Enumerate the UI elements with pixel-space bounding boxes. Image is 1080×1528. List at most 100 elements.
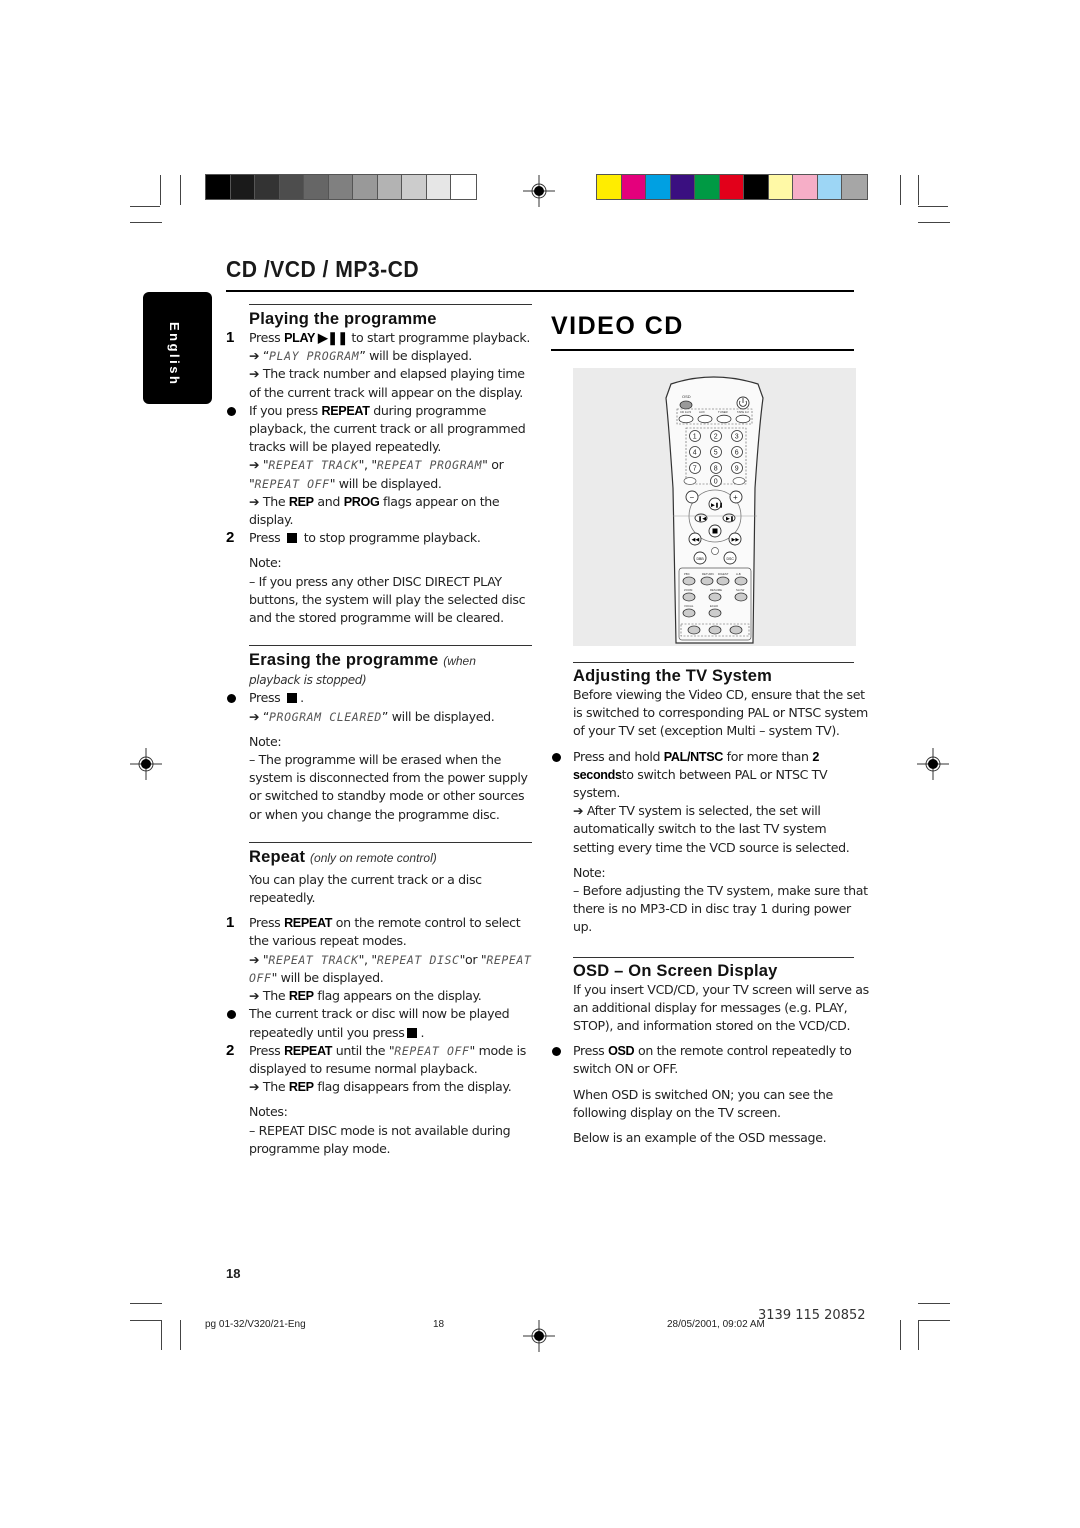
text: to stop programme playback. (300, 530, 481, 546)
remote-function-button (682, 576, 696, 586)
remote-digit-label: 3 (735, 434, 739, 441)
remote-function-label: VOCAL (684, 604, 694, 608)
section-subtitle: (when (443, 654, 476, 669)
bullet-icon (227, 694, 236, 704)
remote-digit-label: 5 (714, 450, 718, 457)
remote-digit-label: 1 (693, 434, 697, 441)
text: for more than (723, 748, 813, 764)
section-title: Repeat (only on remote control) (249, 847, 532, 868)
section-erasing-programme: Erasing the programme (when playback is … (226, 645, 532, 824)
remote-function-button (734, 576, 748, 586)
lcd-message: REPEAT PROGRAM (376, 458, 483, 473)
remote-control-icon: OSD CD 1/2/3 AUX TUNER TAPE 1/2 1 2 34 5 67 8 90 … (665, 376, 764, 644)
remote-source-button (678, 414, 694, 424)
color-swatch (670, 175, 695, 199)
left-column: Playing the programme 1 Press PLAY ▶❚❚ t… (226, 304, 532, 1158)
section-title: Adjusting the TV System (573, 667, 772, 685)
text: ” will be displayed. (381, 708, 495, 724)
text: The current track or disc will now be pl… (249, 1006, 510, 1040)
crop-mark (130, 1320, 162, 1321)
color-swatch (597, 175, 622, 199)
step-number: 1 (226, 914, 234, 932)
right-column-text: Adjusting the TV System Before viewing t… (551, 662, 871, 1147)
color-swatch (768, 175, 793, 199)
title-divider (551, 349, 854, 351)
svg-text:+: + (733, 493, 738, 502)
remote-function-label: SLOW (736, 588, 745, 592)
page-number: 18 (226, 1266, 241, 1281)
bullet-item: Press OSD on the remote control repeated… (551, 1042, 871, 1078)
stop-icon (287, 693, 298, 704)
registration-mark-icon (523, 175, 555, 207)
color-swatch (328, 175, 353, 199)
text: If you press (249, 402, 322, 418)
remote-function-label: A-B (736, 572, 741, 576)
svg-text:▶❚❚: ▶❚❚ (711, 503, 723, 509)
video-cd-title: VIDEO CD (551, 312, 684, 340)
color-swatch (842, 175, 867, 199)
repeat-label: REPEAT (284, 1043, 333, 1058)
lcd-message: REPEAT OFF (394, 1043, 470, 1058)
remote-digit-label: 4 (693, 450, 697, 457)
step-1: 1 Press REPEAT on the remote control to … (226, 914, 532, 1005)
note-text: – If you press any other DISC DIRECT PLA… (249, 573, 526, 626)
file-name: pg 01-32/V320/21-Eng (205, 1319, 306, 1330)
color-swatch (744, 175, 769, 199)
color-swatch (719, 175, 744, 199)
section-title: Erasing the programme (when (249, 650, 532, 671)
step-number: 2 (226, 1041, 234, 1059)
arrow-text: ➔ The track number and elapsed playing t… (249, 366, 525, 400)
registration-mark-icon (523, 1320, 555, 1352)
remote-source-label: AUX (699, 410, 705, 414)
section-subtitle: (only on remote control) (310, 850, 437, 865)
crop-mark (130, 1303, 162, 1304)
section-subtitle: playback is stopped) (249, 673, 367, 688)
flag-label: PROG (343, 494, 380, 509)
crop-mark (918, 1320, 950, 1321)
bullet-icon (552, 1047, 561, 1057)
step-1: 1 Press PLAY ▶❚❚ to start programme play… (226, 329, 532, 402)
paragraph: When OSD is switched ON; you can see the… (573, 1086, 833, 1120)
arrow-text: ➔ “ (249, 708, 270, 724)
color-swatch (230, 175, 255, 199)
remote-function-label: ZOOM (684, 588, 693, 592)
section-divider (573, 662, 854, 663)
repeat-label: REPEAT (321, 403, 370, 418)
arrow-text: ➔ The (249, 493, 289, 509)
stop-icon (407, 1027, 418, 1038)
text: ” will be displayed. (359, 348, 472, 364)
color-swatch (279, 175, 304, 199)
color-calibration-bar (596, 174, 868, 200)
grayscale-calibration-bar (205, 174, 477, 200)
color-swatch (255, 175, 280, 199)
crop-mark (918, 1303, 950, 1304)
lcd-message: REPEAT TRACK (268, 952, 359, 967)
bullet-item: The current track or disc will now be pl… (226, 1005, 532, 1041)
remote-key-control-button (687, 625, 701, 635)
section-title-text: Erasing the programme (249, 651, 439, 670)
remote-function-button (682, 608, 696, 618)
remote-function-label: DIGEST (718, 572, 729, 576)
text: Press (249, 330, 285, 345)
crop-mark (900, 175, 901, 205)
color-swatch (206, 175, 231, 199)
crop-mark (918, 175, 919, 205)
color-swatch (695, 175, 720, 199)
bullet-icon (227, 1010, 236, 1020)
svg-text:▶❚: ▶❚ (726, 516, 734, 522)
crop-mark (918, 1320, 919, 1350)
flag-label: REP (288, 1080, 314, 1095)
note-label: Note: (249, 733, 282, 749)
section-divider (249, 645, 532, 647)
color-swatch (426, 175, 451, 199)
text: "or " (459, 951, 487, 967)
stop-icon (287, 533, 298, 544)
text: Press (249, 1042, 285, 1058)
registration-mark-icon (917, 748, 949, 780)
section-title: OSD – On Screen Display (573, 961, 778, 980)
color-swatch (353, 175, 378, 199)
note-label: Note: (249, 555, 282, 571)
remote-function-button (700, 576, 714, 586)
crop-mark (130, 222, 162, 223)
crop-mark (918, 206, 948, 207)
